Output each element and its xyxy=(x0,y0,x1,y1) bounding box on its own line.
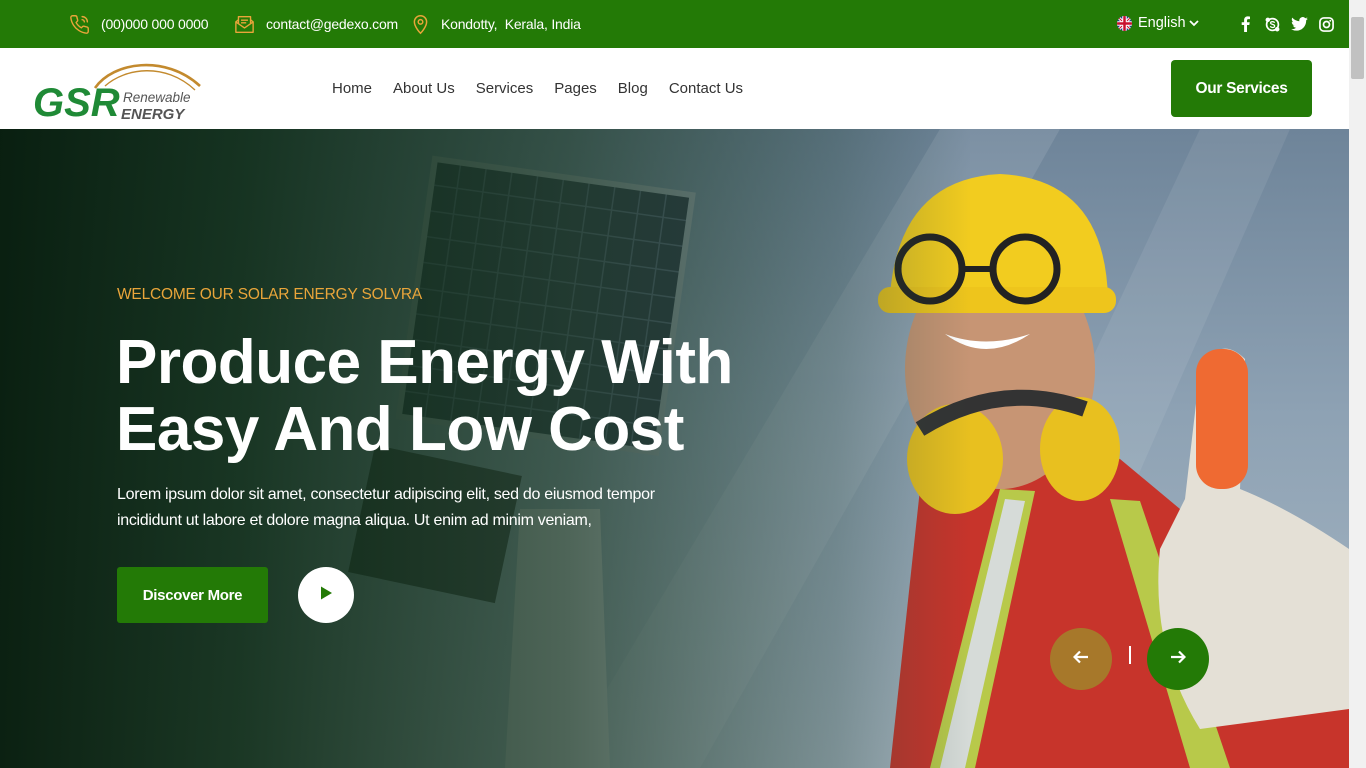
page-scrollbar[interactable] xyxy=(1349,0,1366,768)
logo-line1: Renewable xyxy=(123,90,191,105)
main-nav: Home About Us Services Pages Blog Contac… xyxy=(332,48,743,129)
chevron-down-icon xyxy=(1188,15,1199,31)
nav-pages[interactable]: Pages xyxy=(554,80,597,97)
slider-divider xyxy=(1129,646,1131,664)
hero-lead-text: Lorem ipsum dolor sit amet, consectetur … xyxy=(117,486,655,529)
location-pin-icon xyxy=(411,14,430,35)
hero-headline: Produce Energy With Easy And Low Cost xyxy=(116,328,733,464)
location-contact[interactable]: Kondotty, Kerala, India xyxy=(411,0,581,48)
phone-icon xyxy=(69,14,90,35)
nav-services[interactable]: Services xyxy=(476,80,534,97)
hero-kicker: WELCOME OUR SOLAR ENERGY SOLVRA xyxy=(117,286,423,303)
our-services-button[interactable]: Our Services xyxy=(1171,60,1312,117)
phone-contact[interactable]: (00)000 000 0000 xyxy=(69,0,209,48)
logo-line2: ENERGY xyxy=(121,106,186,122)
play-video-button[interactable] xyxy=(298,567,354,623)
hero-slider: WELCOME OUR SOLAR ENERGY SOLVRA Produce … xyxy=(0,129,1349,768)
phone-number: (00)000 000 0000 xyxy=(101,16,209,32)
play-icon xyxy=(319,585,333,606)
location-text: Kondotty, Kerala, India xyxy=(441,16,581,32)
mail-icon xyxy=(234,15,255,34)
scrollbar-thumb[interactable] xyxy=(1351,17,1364,79)
slider-next-button[interactable] xyxy=(1147,628,1209,690)
nav-about-us[interactable]: About Us xyxy=(393,80,455,97)
slider-prev-button[interactable] xyxy=(1050,628,1112,690)
top-bar: (00)000 000 0000 contact@gedexo.com Kond… xyxy=(0,0,1349,48)
arrow-left-icon xyxy=(1072,650,1089,669)
twitter-icon[interactable] xyxy=(1290,16,1308,32)
email-contact[interactable]: contact@gedexo.com xyxy=(234,0,398,48)
discover-more-button[interactable]: Discover More xyxy=(117,567,268,623)
uk-flag-icon xyxy=(1117,15,1132,31)
language-label: English xyxy=(1138,15,1186,31)
logo[interactable]: GSR Renewable ENERGY xyxy=(33,56,203,125)
language-selector[interactable]: English xyxy=(1117,13,1199,33)
logo-brand: GSR xyxy=(33,81,120,122)
instagram-icon[interactable] xyxy=(1317,16,1335,32)
facebook-icon[interactable] xyxy=(1236,16,1254,32)
skype-icon[interactable] xyxy=(1263,16,1281,32)
site-header: GSR Renewable ENERGY Home About Us Servi… xyxy=(0,48,1349,129)
nav-contact-us[interactable]: Contact Us xyxy=(669,80,743,97)
email-address: contact@gedexo.com xyxy=(266,16,399,32)
social-links xyxy=(1236,16,1335,32)
nav-home[interactable]: Home xyxy=(332,80,372,97)
nav-blog[interactable]: Blog xyxy=(618,80,648,97)
arrow-right-icon xyxy=(1170,650,1187,669)
